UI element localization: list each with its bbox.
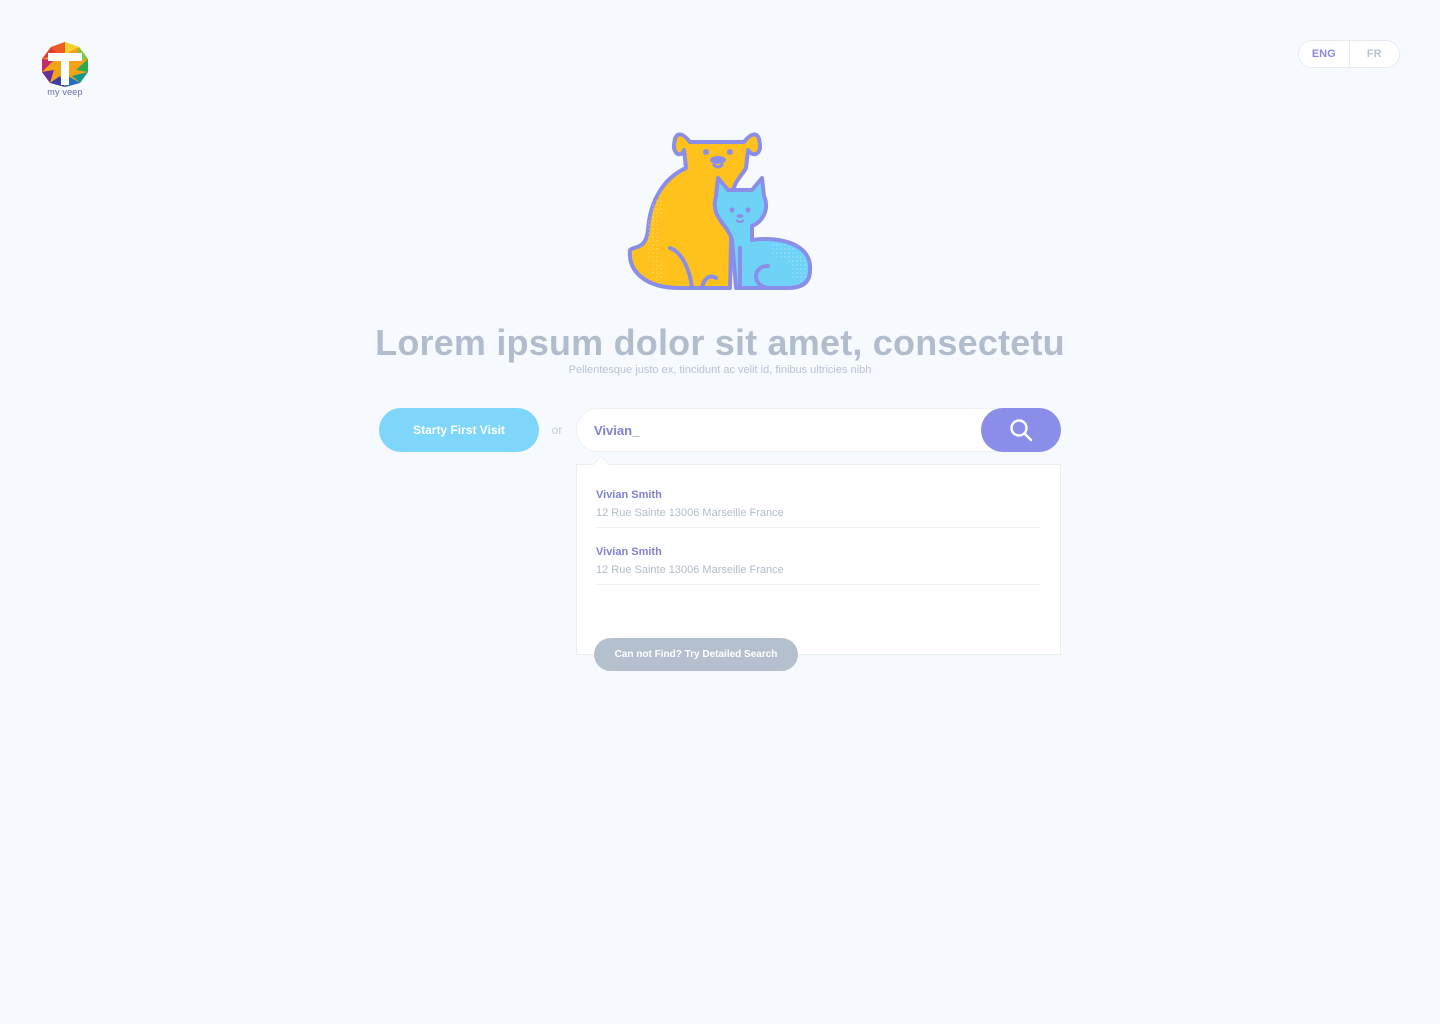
logo-mark <box>42 42 88 87</box>
language-switch: ENG FR <box>1298 40 1400 68</box>
brand-logo[interactable]: my veep <box>38 40 92 100</box>
search-button[interactable] <box>981 408 1061 452</box>
page-subtitle: Pellentesque justo ex, tincidunt ac veli… <box>568 364 872 376</box>
start-first-visit-button[interactable]: Starty First Visit <box>379 408 539 452</box>
or-separator: or <box>551 423 563 437</box>
result-name: Vivian Smith <box>596 546 662 558</box>
result-name: Vivian Smith <box>596 489 662 501</box>
search-results-dropdown: Vivian Smith 12 Rue Sainte 13006 Marseil… <box>576 464 1061 655</box>
result-address: 12 Rue Sainte 13006 Marseille France <box>596 507 784 519</box>
lang-option-fr[interactable]: FR <box>1350 41 1400 67</box>
search-icon <box>1010 419 1033 442</box>
result-item[interactable]: Vivian Smith 12 Rue Sainte 13006 Marseil… <box>596 471 1041 528</box>
search-bar <box>576 408 1061 452</box>
result-item[interactable]: Vivian Smith 12 Rue Sainte 13006 Marseil… <box>596 528 1041 585</box>
dog-cat-illustration <box>620 120 820 295</box>
lang-option-eng[interactable]: ENG <box>1299 41 1350 67</box>
result-address: 12 Rue Sainte 13006 Marseille France <box>596 564 784 576</box>
logo-text: my veep <box>47 87 83 97</box>
page-title: Lorem ipsum dolor sit amet, consectetu <box>375 322 1065 363</box>
search-input[interactable] <box>594 409 974 451</box>
detailed-search-button[interactable]: Can not Find? Try Detailed Search <box>594 638 798 671</box>
